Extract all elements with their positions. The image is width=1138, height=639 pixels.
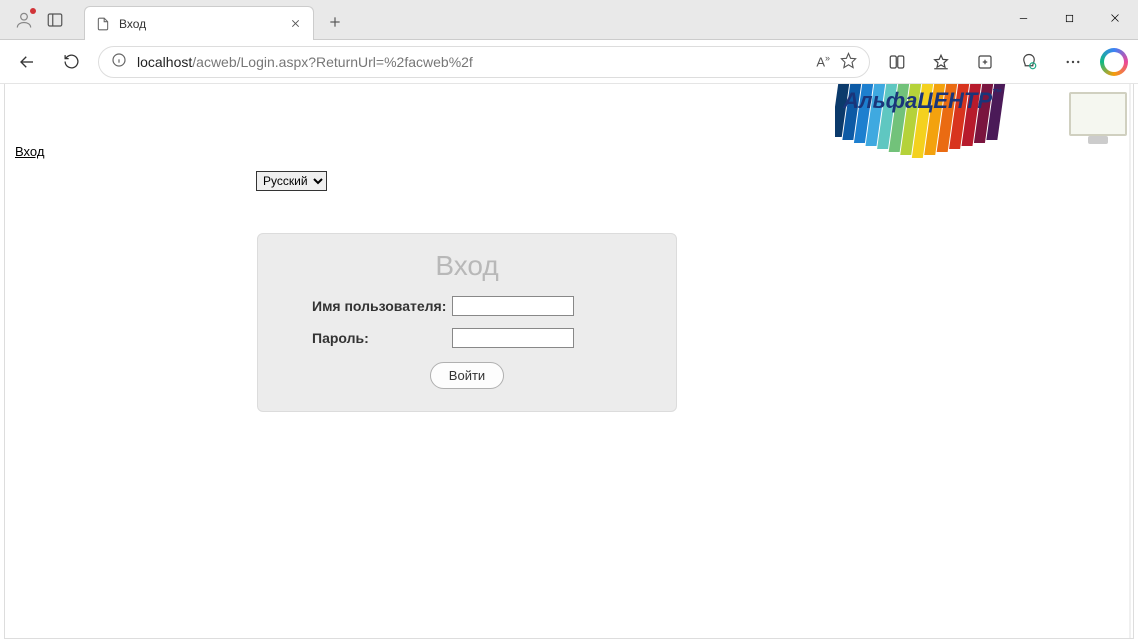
close-window-button[interactable] (1092, 0, 1138, 36)
brand-name: АльфаЦЕНТР™ (843, 88, 1002, 114)
login-title: Вход (282, 250, 652, 282)
username-input[interactable] (452, 296, 574, 316)
login-button[interactable]: Войти (430, 362, 504, 389)
profile-icon[interactable] (14, 10, 34, 30)
refresh-button[interactable] (54, 45, 88, 79)
browser-tab[interactable]: Вход (84, 6, 314, 40)
page-icon (95, 16, 111, 32)
close-tab-icon[interactable] (287, 16, 303, 32)
copilot-icon[interactable] (1100, 48, 1128, 76)
site-info-icon[interactable] (111, 52, 127, 71)
split-screen-icon[interactable] (880, 45, 914, 79)
language-select-wrapper: Русский (256, 171, 327, 191)
password-input[interactable] (452, 328, 574, 348)
new-tab-button[interactable] (320, 7, 350, 37)
performance-icon[interactable] (1012, 45, 1046, 79)
monitor-graphic (1069, 92, 1127, 136)
favorites-icon[interactable] (924, 45, 958, 79)
language-select[interactable]: Русский (256, 171, 327, 191)
tab-title: Вход (119, 17, 279, 31)
address-bar[interactable]: localhost/acweb/Login.aspx?ReturnUrl=%2f… (98, 46, 870, 78)
brand-banner: АльфаЦЕНТР™ (835, 84, 1133, 158)
scrollbar[interactable] (1129, 84, 1131, 638)
breadcrumb-login-link[interactable]: Вход (15, 144, 44, 159)
collections-icon[interactable] (968, 45, 1002, 79)
favorite-icon[interactable] (840, 52, 857, 72)
minimize-button[interactable] (1000, 0, 1046, 36)
browser-toolbar: localhost/acweb/Login.aspx?ReturnUrl=%2f… (0, 40, 1138, 84)
read-aloud-icon[interactable]: A» (816, 53, 830, 69)
tab-actions-icon[interactable] (44, 9, 66, 31)
notification-dot (30, 8, 36, 14)
more-icon[interactable] (1056, 45, 1090, 79)
username-label: Имя пользователя: (282, 298, 452, 314)
password-label: Пароль: (282, 330, 452, 346)
browser-titlebar: Вход (0, 0, 1138, 40)
back-button[interactable] (10, 45, 44, 79)
maximize-button[interactable] (1046, 0, 1092, 36)
url-text: localhost/acweb/Login.aspx?ReturnUrl=%2f… (137, 54, 806, 70)
page-content: АльфаЦЕНТР™ Вход Русский Вход Имя пользо… (4, 84, 1134, 639)
login-panel: Вход Имя пользователя: Пароль: Войти (257, 233, 677, 412)
